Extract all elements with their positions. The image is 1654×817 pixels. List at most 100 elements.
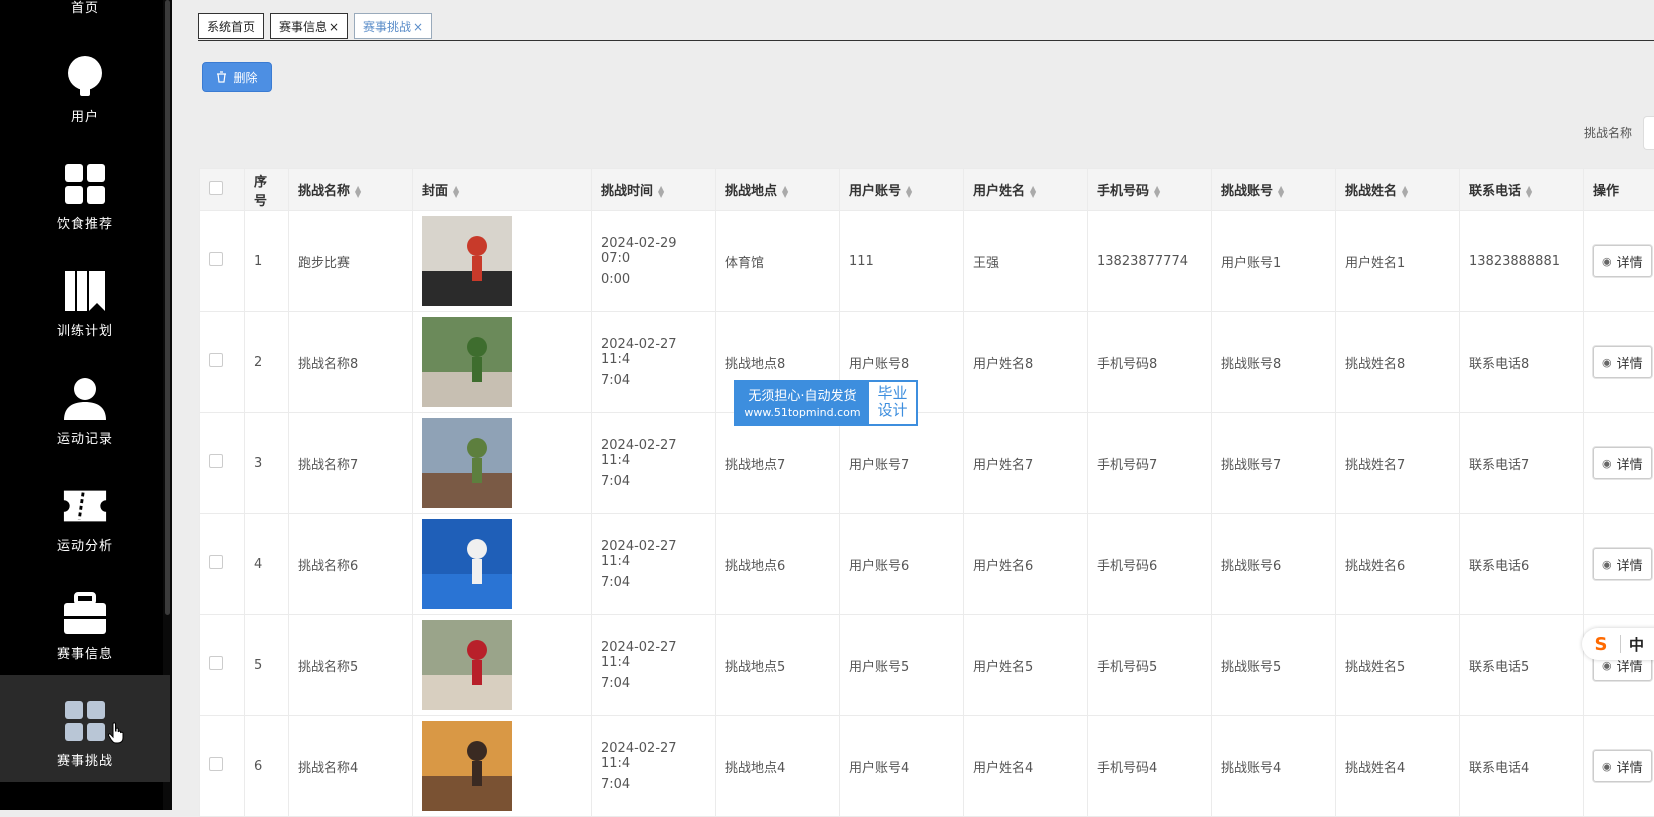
cover-image[interactable]	[422, 519, 512, 609]
column-header: 序号	[245, 169, 289, 211]
cell-challenge-account: 挑战账号6	[1212, 514, 1336, 615]
sort-icon[interactable]: ▲▼	[1154, 186, 1160, 198]
search-input[interactable]	[1643, 116, 1654, 150]
tab-home[interactable]: 系统首页	[198, 13, 264, 39]
sidebar-item-training[interactable]: 训练计划	[0, 245, 170, 352]
column-header[interactable]: 封面▲▼	[413, 169, 592, 211]
detail-button[interactable]: ◉详情	[1593, 750, 1652, 782]
detail-button[interactable]: ◉详情	[1593, 346, 1652, 378]
cell-account: 111	[840, 211, 964, 312]
close-icon[interactable]: ×	[413, 20, 423, 34]
cover-image[interactable]	[422, 216, 512, 306]
sort-icon[interactable]: ▲▼	[906, 186, 912, 198]
column-header[interactable]: 挑战名称▲▼	[289, 169, 413, 211]
sidebar-item-user[interactable]: 用户	[0, 31, 170, 138]
cover-image[interactable]	[422, 418, 512, 508]
column-header[interactable]: 联系电话▲▼	[1460, 169, 1584, 211]
select-all-checkbox[interactable]	[209, 181, 223, 195]
cell-challenge-name: 挑战姓名6	[1336, 514, 1460, 615]
sidebar-item-event-challenge[interactable]: 赛事挑战	[0, 675, 170, 782]
sort-icon[interactable]: ▲▼	[1030, 186, 1036, 198]
cover-image[interactable]	[422, 317, 512, 407]
cell-name: 挑战名称5	[289, 615, 413, 716]
cell-name: 跑步比赛	[289, 211, 413, 312]
row-checkbox[interactable]	[209, 454, 223, 468]
cell-action: ◉详情	[1584, 716, 1654, 817]
row-checkbox[interactable]	[209, 555, 223, 569]
sidebar-item-label: 运动记录	[57, 428, 113, 447]
tab-event-challenge[interactable]: 赛事挑战×	[354, 13, 432, 39]
header-label: 手机号码	[1097, 184, 1149, 199]
row-checkbox[interactable]	[209, 252, 223, 266]
detail-button[interactable]: ◉详情	[1593, 548, 1652, 580]
ime-language-toggle[interactable]: 中	[1629, 634, 1644, 655]
detail-button[interactable]: ◉详情	[1593, 245, 1652, 277]
sort-icon[interactable]: ▲▼	[658, 186, 664, 198]
sidebar-item-exercise-analysis[interactable]: 运动分析	[0, 460, 170, 567]
header-label: 挑战姓名	[1345, 184, 1397, 199]
watermark-right: 毕业 设计	[869, 382, 916, 424]
table-row[interactable]: 6挑战名称42024-02-27 11:47:04挑战地点4用户账号4用户姓名4…	[200, 716, 1654, 817]
cell-phone: 手机号码8	[1088, 312, 1212, 413]
cell-challenge-name: 挑战姓名5	[1336, 615, 1460, 716]
detail-button[interactable]: ◉详情	[1593, 447, 1652, 479]
sort-icon[interactable]: ▲▼	[1402, 186, 1408, 198]
book-icon	[62, 268, 108, 314]
sort-icon[interactable]: ▲▼	[782, 186, 788, 198]
time-line: 7:04	[601, 474, 706, 489]
column-header[interactable]: 挑战账号▲▼	[1212, 169, 1336, 211]
cover-image[interactable]	[422, 721, 512, 811]
cover-image[interactable]	[422, 620, 512, 710]
sort-icon[interactable]: ▲▼	[1526, 186, 1532, 198]
cell-time: 2024-02-27 11:47:04	[592, 312, 716, 413]
sidebar-item-label: 用户	[71, 106, 99, 125]
sidebar-item-label: 首页	[71, 0, 99, 16]
column-header[interactable]: 挑战时间▲▼	[592, 169, 716, 211]
time-line: 2024-02-27 11:4	[601, 640, 706, 670]
ime-toolbar[interactable]: S 中	[1582, 628, 1654, 660]
table-row[interactable]: 3挑战名称72024-02-27 11:47:04挑战地点7用户账号7用户姓名7…	[200, 413, 1654, 514]
cell-username: 王强	[964, 211, 1088, 312]
cell-place: 挑战地点6	[716, 514, 840, 615]
cell-username: 用户姓名8	[964, 312, 1088, 413]
close-icon[interactable]: ×	[329, 20, 339, 34]
sort-icon[interactable]: ▲▼	[1278, 186, 1284, 198]
column-header[interactable]: 用户姓名▲▼	[964, 169, 1088, 211]
column-header[interactable]: 挑战地点▲▼	[716, 169, 840, 211]
sidebar-item-event-info[interactable]: 赛事信息	[0, 568, 170, 675]
sidebar-item-diet[interactable]: 饮食推荐	[0, 138, 170, 245]
sidebar-item-label: 运动分析	[57, 535, 113, 554]
detail-label: 详情	[1617, 252, 1643, 271]
row-checkbox[interactable]	[209, 757, 223, 771]
tab-event-info[interactable]: 赛事信息×	[270, 13, 348, 39]
delete-button[interactable]: 删除	[202, 62, 272, 92]
cell-time: 2024-02-27 11:47:04	[592, 413, 716, 514]
row-checkbox[interactable]	[209, 353, 223, 367]
column-header[interactable]: 挑战姓名 ▲▼	[1336, 169, 1460, 211]
row-select-cell	[200, 413, 245, 514]
sidebar-item-exercise-record[interactable]: 运动记录	[0, 353, 170, 460]
ime-divider	[1620, 635, 1621, 653]
sort-icon[interactable]: ▲▼	[355, 186, 361, 198]
table-row[interactable]: 2挑战名称82024-02-27 11:47:04挑战地点8用户账号8用户姓名8…	[200, 312, 1654, 413]
cell-username: 用户姓名6	[964, 514, 1088, 615]
watermark-text: 设计	[869, 402, 916, 419]
header-label: 操作	[1593, 184, 1619, 199]
cell-challenge-account: 挑战账号4	[1212, 716, 1336, 817]
sort-icon[interactable]: ▲▼	[453, 186, 459, 198]
cell-cover	[413, 716, 592, 817]
trash-icon	[216, 71, 227, 83]
column-header[interactable]: 用户账号▲▼	[840, 169, 964, 211]
eye-icon: ◉	[1602, 457, 1612, 470]
cell-cover	[413, 413, 592, 514]
cell-challenge-account: 挑战账号8	[1212, 312, 1336, 413]
challenge-table: 序号 挑战名称▲▼ 封面▲▼ 挑战时间▲▼ 挑战地点▲▼ 用户账号▲▼ 用户姓名…	[199, 168, 1654, 817]
header-label: 序号	[254, 175, 267, 209]
tab-bar: 系统首页 赛事信息× 赛事挑战×	[198, 12, 1654, 41]
table-row[interactable]: 4挑战名称62024-02-27 11:47:04挑战地点6用户账号6用户姓名6…	[200, 514, 1654, 615]
row-checkbox[interactable]	[209, 656, 223, 670]
sidebar-item-home[interactable]: 首页	[0, 0, 170, 29]
column-header[interactable]: 手机号码 ▲▼	[1088, 169, 1212, 211]
table-row[interactable]: 1跑步比赛2024-02-29 07:00:00体育馆111王强13823877…	[200, 211, 1654, 312]
table-row[interactable]: 5挑战名称52024-02-27 11:47:04挑战地点5用户账号5用户姓名5…	[200, 615, 1654, 716]
